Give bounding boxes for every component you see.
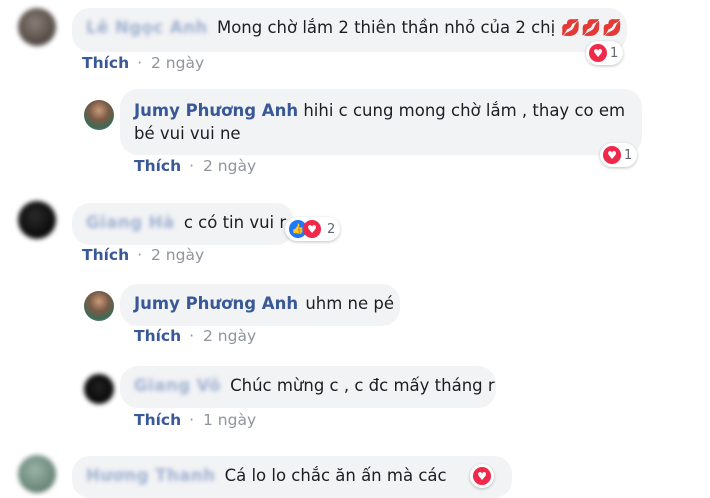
commenter-avatar[interactable] bbox=[18, 201, 56, 239]
reaction-summary[interactable]: 👍 ♥ 2 bbox=[285, 217, 341, 241]
reply-text-line2: bé vui vui ne bbox=[134, 124, 241, 143]
commenter-name[interactable]: Hương Thanh bbox=[86, 464, 215, 487]
comment-actions: Thích · 2 ngày bbox=[82, 246, 205, 264]
commenter-avatar[interactable] bbox=[18, 8, 56, 46]
heart-reaction-icon: ♥ bbox=[603, 146, 621, 164]
reply-bubble: Jumy Phương Anh hihi c cung mong chờ lắm… bbox=[120, 89, 642, 155]
comment-text: c có tin vui r ạ bbox=[183, 213, 302, 232]
like-button[interactable]: Thích bbox=[82, 246, 129, 264]
comment-bubble: Lê Ngọc Anh Mong chờ lắm 2 thiên thần nh… bbox=[72, 8, 627, 52]
like-button[interactable]: Thích bbox=[134, 411, 181, 429]
timestamp[interactable]: 2 ngày bbox=[203, 327, 256, 345]
comment-bubble: Hương Thanh Cá lo lo chắc ăn ấn mà các bbox=[72, 456, 512, 498]
like-button[interactable]: Thích bbox=[134, 327, 181, 345]
replier-name[interactable]: Giang Võ bbox=[134, 374, 221, 397]
heart-reaction-icon: ♥ bbox=[473, 467, 491, 485]
reaction-summary[interactable]: ♥ 1 bbox=[600, 143, 638, 167]
reply-text: uhm ne pé bbox=[305, 294, 395, 313]
reaction-summary[interactable]: ♥ bbox=[470, 464, 494, 488]
reaction-summary[interactable]: ♥ 1 bbox=[586, 41, 624, 65]
comment-text: Mong chờ lắm 2 thiên thần nhỏ của 2 chị bbox=[216, 18, 556, 37]
reply-actions: Thích · 2 ngày bbox=[134, 157, 257, 175]
kiss-mark-emoji: 💋💋💋 bbox=[560, 18, 624, 37]
reaction-count: 2 bbox=[327, 221, 336, 237]
timestamp[interactable]: 1 ngày bbox=[203, 411, 256, 429]
comment-actions: Thích · 2 ngày bbox=[82, 54, 205, 72]
commenter-name[interactable]: Lê Ngọc Anh bbox=[86, 16, 208, 39]
reply-bubble: Jumy Phương Anh uhm ne pé bbox=[120, 284, 400, 326]
like-button[interactable]: Thích bbox=[134, 157, 181, 175]
replier-name[interactable]: Jumy Phương Anh bbox=[134, 294, 298, 313]
heart-reaction-icon: ♥ bbox=[589, 44, 607, 62]
reply-text-line1: hihi c cung mong chờ lắm , thay co em bbox=[303, 101, 626, 120]
replier-avatar[interactable] bbox=[84, 291, 114, 321]
commenter-avatar[interactable] bbox=[18, 455, 56, 493]
replier-avatar[interactable] bbox=[84, 100, 114, 130]
timestamp[interactable]: 2 ngày bbox=[203, 157, 256, 175]
reaction-count: 1 bbox=[610, 45, 619, 61]
comment-text: Cá lo lo chắc ăn ấn mà các bbox=[224, 466, 447, 485]
comment-bubble: Giang Hà c có tin vui r ạ bbox=[72, 203, 302, 245]
like-button[interactable]: Thích bbox=[82, 54, 129, 72]
timestamp[interactable]: 2 ngày bbox=[151, 246, 204, 264]
reply-actions: Thích · 2 ngày bbox=[134, 327, 257, 345]
reply-bubble: Giang Võ Chúc mừng c , c đc mấy tháng r bbox=[120, 366, 496, 408]
reply-text: Chúc mừng c , c đc mấy tháng r bbox=[230, 376, 495, 395]
replier-avatar[interactable] bbox=[84, 374, 114, 404]
timestamp[interactable]: 2 ngày bbox=[151, 54, 204, 72]
commenter-name[interactable]: Giang Hà bbox=[86, 211, 175, 234]
heart-reaction-icon: ♥ bbox=[303, 220, 321, 238]
replier-name[interactable]: Jumy Phương Anh bbox=[134, 101, 298, 120]
reaction-count: 1 bbox=[624, 147, 633, 163]
reply-actions: Thích · 1 ngày bbox=[134, 411, 257, 429]
